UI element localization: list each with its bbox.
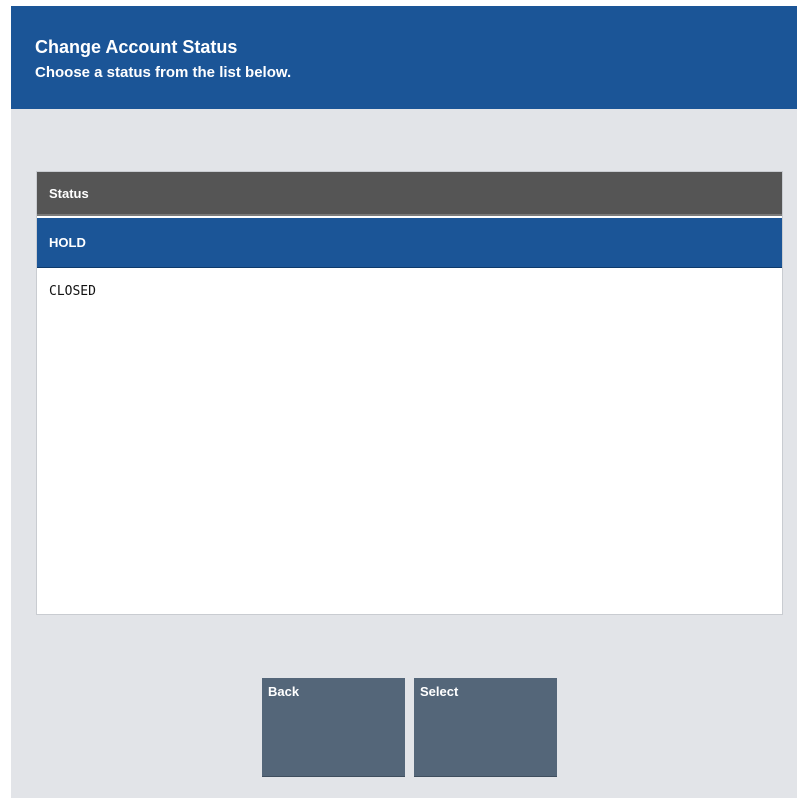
status-list: Status HOLD CLOSED [36, 171, 783, 615]
list-item-closed[interactable]: CLOSED [37, 272, 782, 312]
page-title: Change Account Status [35, 37, 238, 57]
status-column-header: Status [37, 172, 782, 216]
select-button[interactable]: Select [414, 678, 557, 777]
page-subtitle: Choose a status from the list below. [35, 64, 292, 81]
list-item-hold[interactable]: HOLD [37, 218, 782, 268]
screen: Change Account Status Choose a status fr… [11, 6, 797, 798]
header-bar: Change Account Status Choose a status fr… [11, 6, 797, 109]
back-button[interactable]: Back [262, 678, 405, 777]
